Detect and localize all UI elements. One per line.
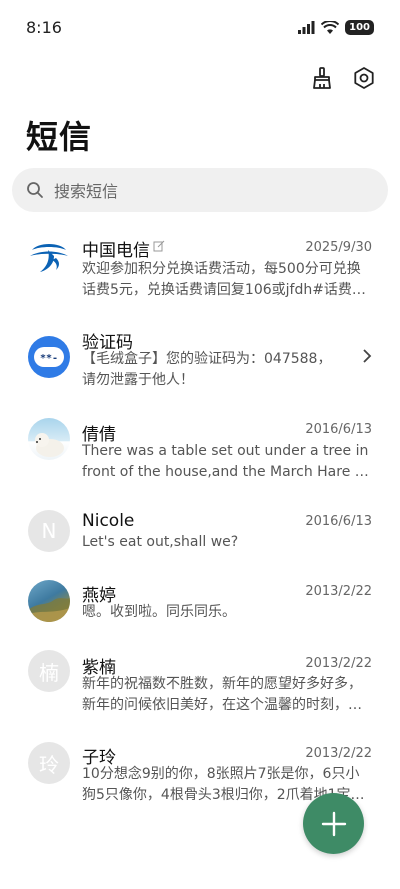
conversation-name: Nicole	[82, 511, 135, 531]
wifi-icon	[321, 20, 340, 34]
conversation-date: 2016/6/13	[305, 422, 372, 437]
cellular-signal-icon	[298, 21, 315, 34]
conversation-item[interactable]: **- 验证码 【毛绒盒子】您的验证码为：047588， 请勿泄露于他人！	[0, 316, 400, 400]
settings-button[interactable]	[350, 64, 378, 92]
search-icon	[27, 182, 43, 198]
conversation-item[interactable]: 倩倩 2016/6/13 There was a table set out u…	[0, 408, 400, 492]
avatar: 玲	[28, 742, 70, 784]
conversation-date: 2025/9/30	[305, 240, 372, 255]
conversation-preview: There was a table set out under a tree i…	[82, 443, 372, 480]
status-time: 8:16	[26, 18, 62, 37]
chevron-right-icon	[363, 349, 372, 363]
broom-icon	[313, 67, 331, 89]
avatar	[28, 580, 70, 622]
conversation-item[interactable]: 中国电信 2025/9/30 欢迎参加积分兑换话费活动，每500分可兑换 话费5…	[0, 226, 400, 310]
conversation-item[interactable]: 楠 紫楠 2013/2/22 新年的祝福数不胜数，新年的愿望好多好多， 新年的问…	[0, 650, 400, 734]
avatar: 楠	[28, 650, 70, 692]
verification-code-icon: **-	[34, 347, 64, 367]
conversation-date: 2013/2/22	[305, 584, 372, 599]
avatar-letter: N	[41, 519, 57, 543]
polar-bear-photo-icon	[35, 433, 64, 457]
conversation-date: 2013/2/22	[305, 746, 372, 761]
avatar: N	[28, 510, 70, 552]
conversation-item[interactable]: N Nicole 2016/6/13 Let's eat out,shall w…	[0, 500, 400, 564]
conversation-date: 2016/6/13	[305, 514, 372, 529]
conversation-item[interactable]: 燕婷 2013/2/22 嗯。收到啦。同乐同乐。	[0, 570, 400, 634]
new-message-button[interactable]	[303, 793, 364, 854]
avatar: **-	[28, 336, 70, 378]
search-input[interactable]: 搜索短信	[12, 168, 388, 212]
status-bar: 8:16 100	[0, 0, 400, 56]
avatar	[28, 236, 70, 278]
edit-note-icon	[153, 240, 165, 252]
plus-icon	[321, 811, 346, 836]
avatar-letter: 楠	[39, 660, 59, 685]
avatar-letter: 玲	[39, 752, 59, 777]
battery-indicator: 100	[345, 20, 374, 35]
china-telecom-logo-icon	[30, 244, 68, 272]
landscape-photo-icon	[28, 598, 70, 622]
page-title: 短信	[26, 118, 93, 156]
svg-text:**-: **-	[40, 353, 58, 364]
search-placeholder: 搜索短信	[54, 182, 119, 201]
avatar	[28, 418, 70, 460]
conversation-preview: 欢迎参加积分兑换话费活动，每500分可兑换 话费5元，兑换话费请回复106或jf…	[82, 261, 366, 298]
gear-icon	[354, 67, 374, 89]
conversation-date: 2013/2/22	[305, 656, 372, 671]
conversation-name: 中国电信	[82, 241, 150, 261]
conversation-preview: 嗯。收到啦。同乐同乐。	[82, 604, 236, 620]
top-actions	[308, 64, 378, 92]
clean-up-button[interactable]	[308, 64, 336, 92]
conversation-preview: Let's eat out,shall we?	[82, 534, 239, 550]
conversation-preview: 【毛绒盒子】您的验证码为：047588， 请勿泄露于他人！	[82, 351, 332, 388]
status-icons: 100	[298, 20, 374, 35]
conversation-preview: 新年的祝福数不胜数，新年的愿望好多好多， 新年的问候依旧美好，在这个温馨的时刻，…	[82, 676, 362, 713]
